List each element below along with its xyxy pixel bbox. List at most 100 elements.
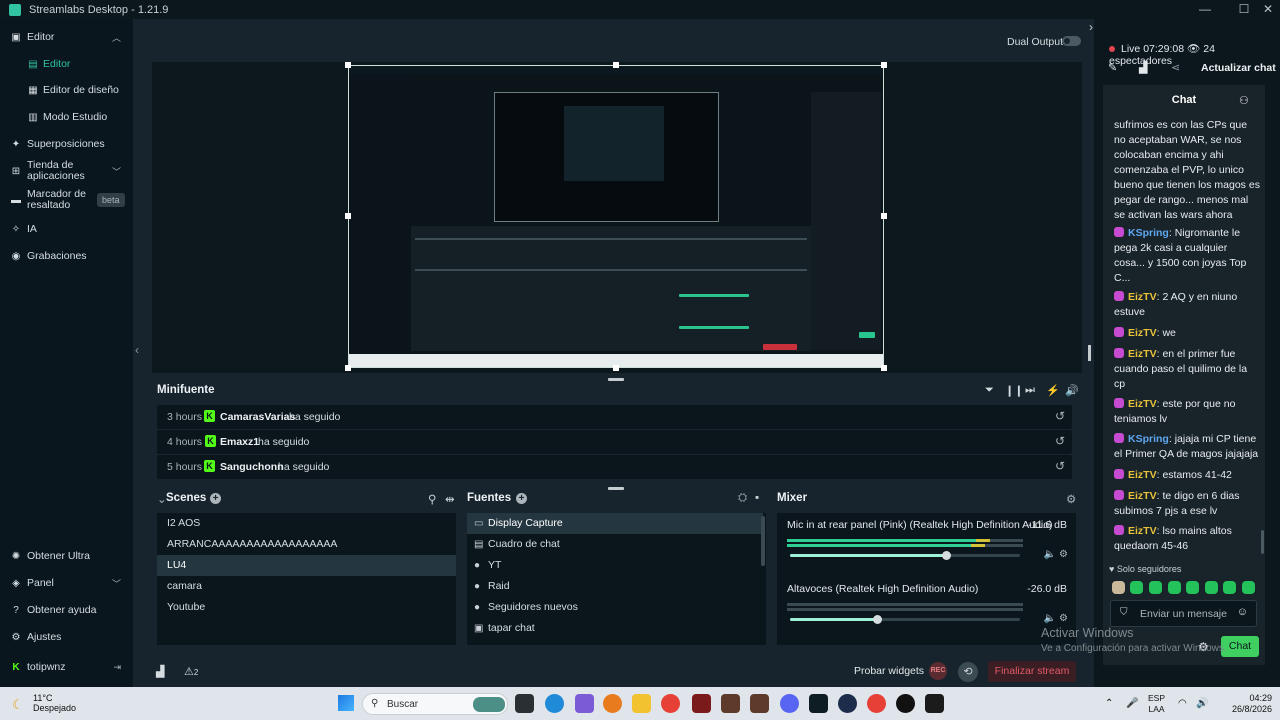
sidebar-item-help[interactable]: ? Obtener ayuda — [0, 604, 133, 616]
app-icon[interactable] — [575, 694, 594, 713]
sidebar-item-app-store[interactable]: ⊞ Tienda de aplicaciones ﹀ — [0, 159, 133, 183]
volume-slider[interactable] — [790, 551, 1020, 560]
add-source-icon[interactable]: + — [516, 493, 527, 504]
sidebar-item-layout-editor[interactable]: ▦ Editor de diseño — [0, 84, 133, 96]
app-icon[interactable] — [838, 694, 857, 713]
unreal-icon[interactable] — [896, 694, 915, 713]
mute-alerts-icon[interactable]: ⚡ — [1046, 384, 1060, 397]
sidebar-item-account[interactable]: K totipwnz ⇥ — [0, 661, 133, 673]
chat-user[interactable]: EizTV — [1128, 525, 1157, 537]
chat-user[interactable]: EizTV — [1128, 291, 1157, 303]
alert-icon[interactable]: ⚠2 — [184, 665, 198, 678]
chat-user[interactable]: EizTV — [1128, 348, 1157, 360]
source-item-selected[interactable]: ▭ Display Capture — [467, 513, 763, 534]
skip-icon[interactable]: ⏭ — [1025, 384, 1035, 397]
sidebar-item-ai[interactable]: ✧ IA — [0, 223, 133, 235]
resize-handle[interactable] — [345, 365, 351, 371]
sidebar-item-overlays[interactable]: ✦ Superposiciones — [0, 138, 133, 150]
replay-alert-icon[interactable]: ↺ — [1055, 409, 1065, 423]
taskbar-clock[interactable]: 04:29 26/8/2026 — [1228, 693, 1272, 715]
blender-icon[interactable] — [603, 694, 622, 713]
source-item[interactable]: ● YT — [467, 555, 763, 576]
streamlabs-icon[interactable] — [809, 694, 828, 713]
refresh-chat-button[interactable]: Actualizar chat — [1201, 62, 1276, 74]
panel-resize-handle[interactable] — [608, 487, 624, 490]
sidebar-item-settings[interactable]: ⚙ Ajustes — [0, 631, 133, 643]
chat-user[interactable]: EizTV — [1128, 398, 1157, 410]
file-explorer-icon[interactable] — [632, 694, 651, 713]
send-chat-button[interactable]: Chat — [1221, 636, 1259, 657]
sidebar-item-editor[interactable]: ▤ Editor — [0, 58, 133, 70]
source-tools-icon[interactable]: ⛭ — [738, 492, 747, 505]
resize-handle[interactable] — [881, 213, 887, 219]
task-view-icon[interactable] — [515, 694, 534, 713]
taskbar-search[interactable]: ⚲ Buscar — [362, 693, 508, 715]
capcut-icon[interactable] — [925, 694, 944, 713]
source-item[interactable]: ● Seguidores nuevos — [467, 597, 763, 618]
scene-item[interactable]: ARRANCAAAAAAAAAAAAAAAAAA — [157, 534, 456, 555]
resize-handle[interactable] — [881, 62, 887, 68]
chat-users-icon[interactable]: ⚇ — [1239, 94, 1249, 107]
emote-icon[interactable] — [1130, 581, 1143, 594]
chat-user[interactable]: EizTV — [1128, 327, 1157, 339]
scene-collection-icon[interactable]: ⇹ — [445, 492, 455, 506]
game-icon[interactable] — [721, 694, 740, 713]
replay-alert-icon[interactable]: ↺ — [1055, 434, 1065, 448]
source-item[interactable]: ▤ Cuadro de chat — [467, 534, 763, 555]
emote-icon[interactable] — [1186, 581, 1199, 594]
volume-slider-knob[interactable] — [942, 551, 952, 560]
game-icon[interactable] — [750, 694, 769, 713]
scene-item-selected[interactable]: LU4 — [157, 555, 456, 576]
maximize-button[interactable]: ☐ — [1232, 0, 1256, 19]
sidebar-item-get-ultra[interactable]: ✺ Obtener Ultra — [0, 550, 133, 562]
chrome-icon[interactable] — [867, 694, 886, 713]
volume-slider-knob[interactable] — [873, 615, 883, 624]
chat-message-input[interactable]: ⛉ Enviar un mensaje ☺ — [1110, 600, 1257, 627]
add-scene-icon[interactable]: + — [210, 493, 221, 504]
add-folder-icon[interactable]: ▪ — [755, 492, 759, 504]
share-icon[interactable]: ⋖ — [1171, 61, 1180, 74]
emote-icon[interactable] — [1112, 581, 1125, 594]
expand-chevron-icon[interactable]: › — [1089, 20, 1093, 34]
emote-icon[interactable] — [1149, 581, 1162, 594]
performance-icon[interactable]: ▟ — [156, 665, 164, 678]
source-item[interactable]: ▣ tapar chat — [467, 618, 763, 639]
dual-output-toggle[interactable] — [1062, 36, 1081, 46]
display-capture-source[interactable] — [348, 65, 884, 368]
emote-icon[interactable] — [1205, 581, 1218, 594]
mute-gear-icons[interactable]: 🔈 ⚙ — [1044, 613, 1068, 624]
resize-handle[interactable] — [881, 365, 887, 371]
pause-icon[interactable]: ❙❙ — [1005, 384, 1023, 397]
sidebar-item-recordings[interactable]: ◉ Grabaciones — [0, 250, 133, 262]
game-icon[interactable] — [692, 694, 711, 713]
resize-handle[interactable] — [613, 62, 619, 68]
emote-icon[interactable] — [1223, 581, 1236, 594]
speaker-icon[interactable]: 🔊 — [1196, 698, 1208, 709]
sidebar-item-highlighter[interactable]: ▬ Marcador de resaltado beta — [0, 188, 133, 212]
scene-item[interactable]: I2 AOS — [157, 513, 456, 534]
wifi-icon[interactable]: ◠ — [1178, 698, 1187, 709]
emote-icon[interactable] — [1168, 581, 1181, 594]
scene-item[interactable]: Youtube — [157, 597, 456, 618]
microphone-icon[interactable]: 🎤 — [1126, 698, 1138, 709]
windows-start-icon[interactable] — [338, 695, 354, 711]
mod-tools-icon[interactable]: ▟ — [1139, 61, 1147, 74]
volume-slider[interactable] — [790, 615, 1020, 624]
sources-scrollbar[interactable] — [761, 516, 765, 566]
chat-user[interactable]: EizTV — [1128, 469, 1157, 481]
edge-icon[interactable] — [545, 694, 564, 713]
chat-user[interactable]: EizTV — [1128, 490, 1157, 502]
close-button[interactable]: ✕ — [1256, 0, 1280, 19]
scene-item[interactable]: camara — [157, 576, 456, 597]
minimize-button[interactable]: — — [1193, 0, 1217, 19]
chrome-icon[interactable] — [661, 694, 680, 713]
weather-widget[interactable]: 11°C Despejado — [33, 693, 76, 713]
gear-icon[interactable]: ⚙ — [1066, 492, 1076, 506]
filter-icon[interactable]: ⏷ — [985, 384, 994, 397]
chat-resize-handle[interactable] — [1088, 345, 1091, 361]
mute-gear-icons[interactable]: 🔈 ⚙ — [1044, 549, 1068, 560]
source-item[interactable]: ● Raid — [467, 576, 763, 597]
resize-handle[interactable] — [345, 213, 351, 219]
input-language[interactable]: ESP LAA — [1148, 693, 1165, 715]
logout-icon[interactable]: ⇥ — [113, 662, 121, 673]
